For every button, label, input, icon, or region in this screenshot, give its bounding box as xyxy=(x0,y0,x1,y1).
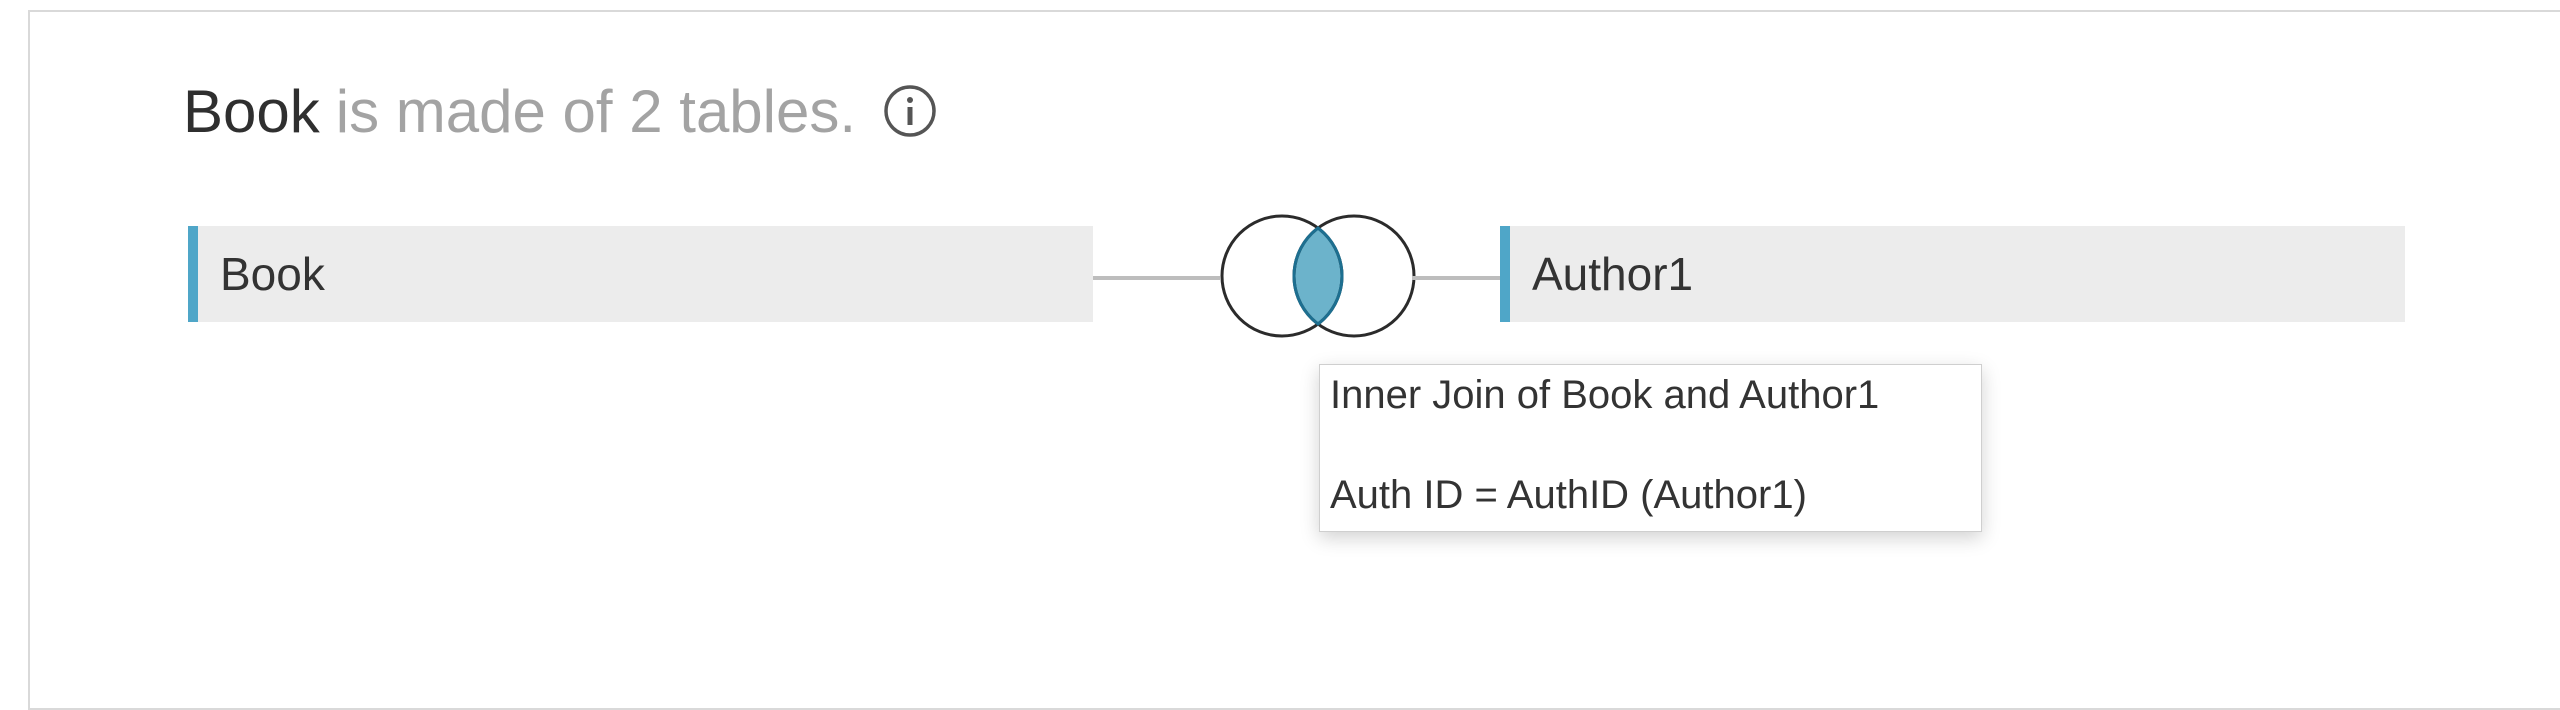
join-tooltip-clause: Auth ID = AuthID (Author1) xyxy=(1330,473,1807,517)
join-connector-left xyxy=(1093,276,1220,280)
table-label: Book xyxy=(220,248,325,300)
table-author1[interactable]: Author1 xyxy=(1500,226,2405,322)
table-count-text: is made of 2 tables. xyxy=(335,77,857,145)
table-accent-bar xyxy=(188,226,198,322)
join-tooltip-title: Inner Join of Book and Author1 xyxy=(1330,373,1880,417)
table-label: Author1 xyxy=(1532,248,1694,300)
join-tooltip: Inner Join of Book and Author1 Auth ID =… xyxy=(1319,364,1982,532)
join-connector-right xyxy=(1412,276,1500,280)
page-title: Book is made of 2 tables. xyxy=(183,66,938,156)
info-circle-icon[interactable] xyxy=(882,83,938,139)
table-book[interactable]: Book xyxy=(188,226,1093,322)
table-accent-bar xyxy=(1500,226,1510,322)
data-source-name: Book xyxy=(183,77,320,145)
inner-join-venn-icon[interactable] xyxy=(1218,212,1418,342)
